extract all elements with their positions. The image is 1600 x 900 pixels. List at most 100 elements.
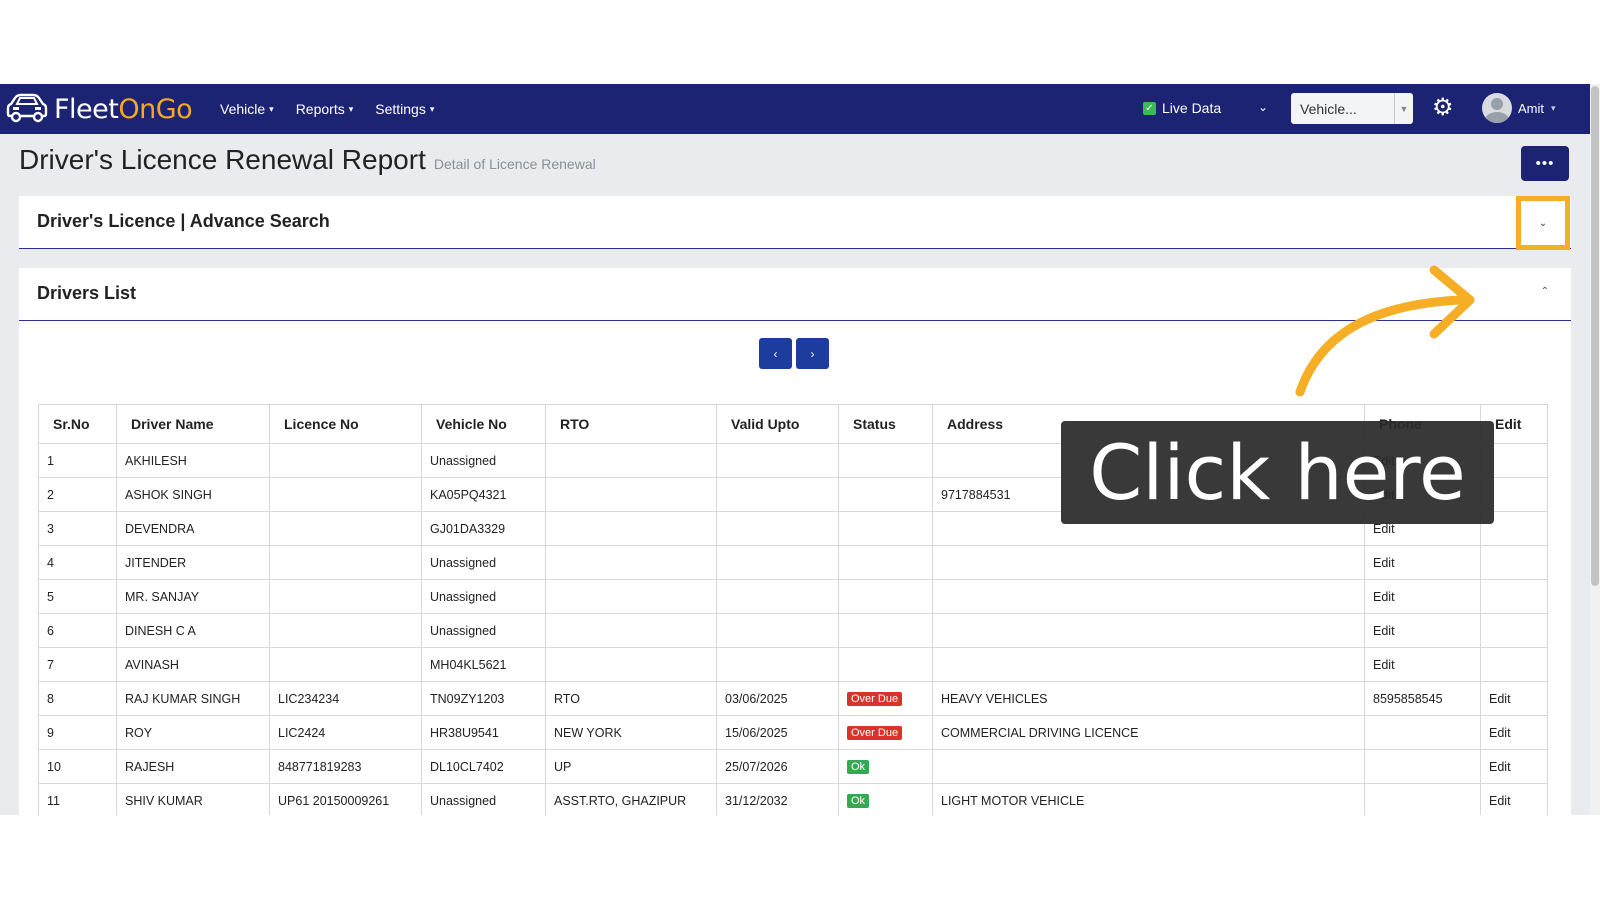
table-cell-sr: 4 [38, 545, 117, 580]
chevron-down-icon: ▾ [429, 103, 435, 114]
table-cell-valid: 25/07/2026 [716, 749, 839, 784]
live-data-dropdown-chevron-icon[interactable]: ⌄ [1258, 100, 1268, 114]
advance-search-expand-button[interactable]: ⌄ [1516, 196, 1570, 250]
menu-reports[interactable]: Reports ▾ [296, 101, 354, 117]
column-header[interactable]: Valid Upto [716, 404, 839, 444]
table-cell-rto [545, 511, 717, 546]
table-cell-edit [1480, 647, 1548, 682]
table-cell-licence [269, 579, 422, 614]
edit-link[interactable]: Edit [1364, 613, 1481, 648]
table-cell-valid [716, 511, 839, 546]
table-cell-address [932, 749, 1365, 784]
menu-settings-label: Settings [375, 101, 426, 117]
column-header[interactable]: Sr.No [38, 404, 117, 444]
table-cell-valid: 31/12/2032 [716, 783, 839, 815]
table-cell-valid [716, 545, 839, 580]
menu-reports-label: Reports [295, 101, 345, 117]
table-cell-status [838, 511, 933, 546]
live-data-toggle[interactable]: ✓ Live Data [1143, 100, 1221, 116]
edit-link[interactable]: Edit [1364, 647, 1481, 682]
prev-page-button[interactable]: ‹ [759, 338, 792, 369]
user-menu[interactable]: Amit ▾ [1482, 93, 1556, 123]
table-cell-status: Ok [838, 783, 933, 815]
menu-settings[interactable]: Settings ▾ [375, 101, 434, 117]
table-cell-phone [1364, 749, 1481, 784]
table-cell-vehicle: Unassigned [421, 545, 546, 580]
menu-vehicle-label: Vehicle [220, 101, 266, 117]
advance-search-panel: Driver's Licence | Advance Search [19, 196, 1571, 249]
table-cell-valid [716, 579, 839, 614]
column-header[interactable]: Licence No [269, 404, 422, 444]
table-cell-licence: LIC234234 [269, 681, 422, 716]
table-cell-licence [269, 477, 422, 512]
check-icon: ✓ [1143, 101, 1156, 115]
page-title-text: Driver's Licence Renewal Report [19, 144, 426, 175]
table-cell-status: Over Due [838, 681, 933, 716]
table-cell-address [932, 579, 1365, 614]
scrollbar[interactable] [1590, 84, 1600, 815]
user-name: Amit [1518, 100, 1544, 116]
car-icon [6, 93, 48, 123]
table-cell-sr: 2 [38, 477, 117, 512]
table-cell-licence [269, 443, 422, 478]
table-cell-licence: UP61 20150009261 [269, 783, 422, 815]
drivers-list-title: Drivers List [37, 283, 137, 303]
column-header[interactable]: Status [838, 404, 933, 444]
table-cell-rto [545, 647, 717, 682]
table-cell-sr: 8 [38, 681, 117, 716]
more-options-button[interactable]: ••• [1521, 146, 1569, 181]
click-here-callout: Click here [1061, 421, 1494, 524]
table-cell-rto: UP [545, 749, 717, 784]
avatar [1482, 93, 1512, 123]
chevron-down-icon: ⌄ [1538, 217, 1548, 229]
table-cell-sr: 10 [38, 749, 117, 784]
dropdown-arrow-icon: ▼ [1394, 93, 1413, 124]
table-cell-rto: ASST.RTO, GHAZIPUR [545, 783, 717, 815]
live-data-label: Live Data [1162, 100, 1222, 116]
chevron-up-icon[interactable]: ⌃ [1541, 286, 1549, 297]
table-row: 5 MR. SANJAY Unassigned Edit [38, 579, 1548, 614]
column-header[interactable]: Vehicle No [421, 404, 546, 444]
table-cell-name: AVINASH [116, 647, 270, 682]
edit-link[interactable]: Edit [1480, 783, 1548, 815]
next-page-button[interactable]: › [796, 338, 829, 369]
table-cell-valid: 15/06/2025 [716, 715, 839, 750]
table-cell-status [838, 443, 933, 478]
column-header[interactable]: Driver Name [116, 404, 270, 444]
table-cell-name: DEVENDRA [116, 511, 270, 546]
table-cell-valid [716, 613, 839, 648]
table-cell-licence [269, 647, 422, 682]
edit-link[interactable]: Edit [1364, 579, 1481, 614]
table-cell-status [838, 647, 933, 682]
chevron-down-icon: ▾ [348, 103, 354, 114]
table-cell-licence [269, 511, 422, 546]
page-subtitle: Detail of Licence Renewal [433, 156, 596, 172]
table-cell-address: COMMERCIAL DRIVING LICENCE [932, 715, 1365, 750]
edit-link[interactable]: Edit [1480, 749, 1548, 784]
top-navbar: FleetOnGo Vehicle ▾ Reports ▾ Settings ▾ ✓ … [0, 84, 1590, 134]
edit-link[interactable]: Edit [1480, 681, 1548, 716]
logo[interactable]: FleetOnGo [4, 90, 193, 128]
table-row: 8 RAJ KUMAR SINGH LIC234234 TN09ZY1203 RTO 03… [38, 681, 1548, 716]
main-menu: Vehicle ▾ Reports ▾ Settings ▾ [220, 84, 456, 134]
chevron-down-icon: ▾ [1551, 102, 1556, 113]
table-cell-edit [1480, 545, 1548, 580]
table-cell-edit [1480, 613, 1548, 648]
table-cell-phone [1364, 715, 1481, 750]
table-cell-licence [269, 545, 422, 580]
scrollbar-thumb[interactable] [1591, 86, 1599, 586]
logo-text-ongo: OnGo [118, 93, 193, 125]
table-cell-valid [716, 443, 839, 478]
table-row: 4 JITENDER Unassigned Edit [38, 545, 1548, 580]
table-cell-name: ASHOK SINGH [116, 477, 270, 512]
menu-vehicle[interactable]: Vehicle ▾ [220, 101, 274, 117]
table-cell-valid [716, 477, 839, 512]
gear-icon[interactable]: ⚙ [1432, 95, 1454, 121]
table-cell-name: ROY [116, 715, 270, 750]
vehicle-select[interactable]: Vehicle... ▼ [1291, 93, 1413, 124]
column-header[interactable]: RTO [545, 404, 717, 444]
edit-link[interactable]: Edit [1480, 715, 1548, 750]
table-cell-rto [545, 443, 717, 478]
table-cell-name: MR. SANJAY [116, 579, 270, 614]
edit-link[interactable]: Edit [1364, 545, 1481, 580]
